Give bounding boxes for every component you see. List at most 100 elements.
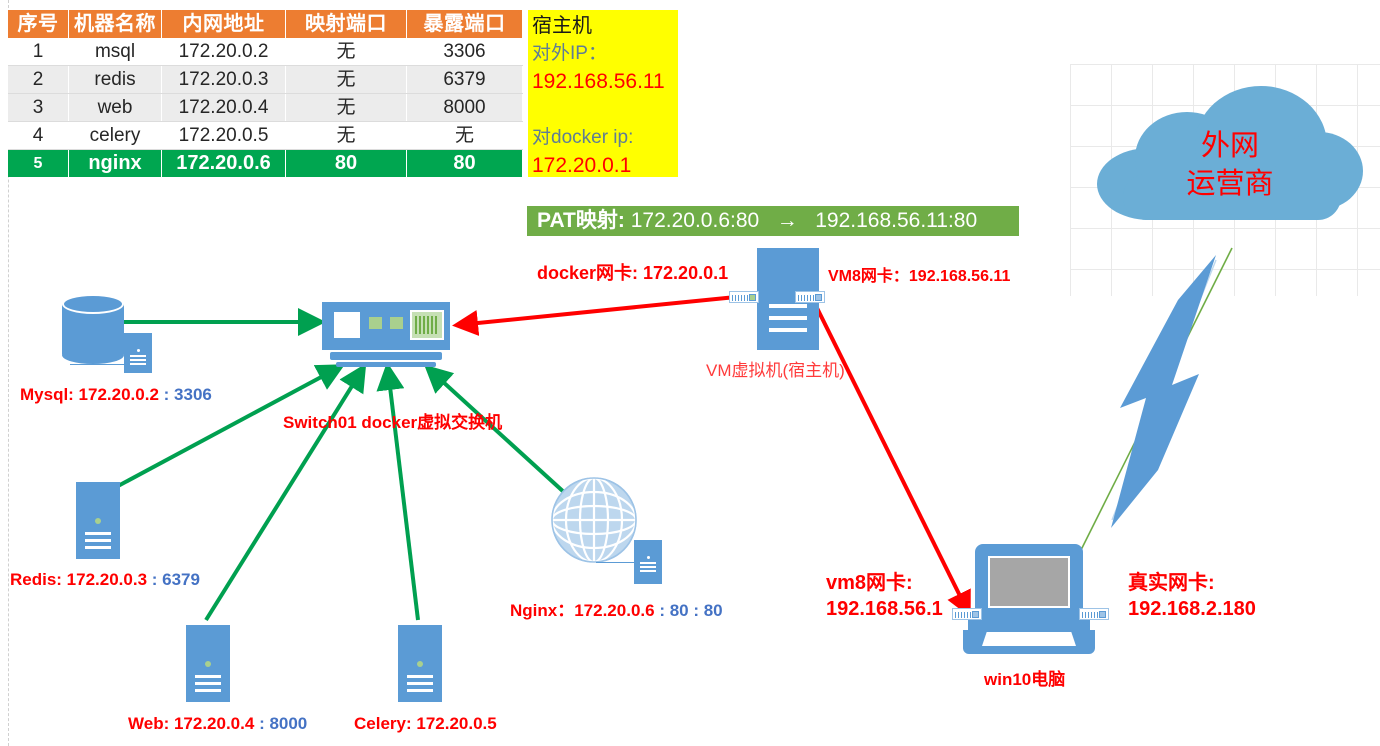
label-celery: Celery: 172.20.0.5 — [354, 714, 497, 733]
label-win10: win10电脑 — [984, 670, 1066, 689]
th-expose-port: 暴露端口 — [406, 10, 523, 38]
cell-expose: 8000 — [406, 93, 523, 122]
table-row: 3 web 172.20.0.4 无 8000 — [8, 93, 523, 122]
cell-ip: 172.20.0.4 — [161, 93, 286, 122]
cell-ip: 172.20.0.6 — [161, 149, 286, 177]
cell-index: 5 — [8, 149, 69, 177]
label-vm8-nic: VM8网卡：192.168.56.11 — [828, 268, 1011, 285]
cell-map: 80 — [285, 149, 407, 177]
cell-name: msql — [68, 38, 162, 66]
cell-expose: 80 — [406, 149, 523, 177]
host-spacer — [532, 96, 678, 124]
label-vm8-card: vm8网卡: 192.168.56.1 — [826, 570, 943, 622]
label-mysql-port: : 3306 — [163, 385, 212, 404]
cell-ip: 172.20.0.2 — [161, 38, 286, 66]
host-title: 宿主机 — [532, 15, 592, 37]
th-map-port: 映射端口 — [285, 10, 407, 38]
th-internal-ip: 内网地址 — [161, 10, 286, 38]
switch-led-1 — [369, 317, 382, 329]
label-web-port: : 8000 — [259, 714, 308, 733]
table-row: 2 redis 172.20.0.3 无 6379 — [8, 65, 523, 94]
pat-mapping-banner: PAT映射: 172.20.0.6:80 → 192.168.56.11:80 — [527, 206, 1019, 236]
cell-index: 2 — [8, 65, 69, 94]
laptop-real-nic-icon — [1079, 608, 1109, 620]
label-vm8-card-line1: vm8网卡: — [826, 572, 913, 594]
vm-vm8-nic-icon — [795, 291, 825, 303]
label-redis: Redis: 172.20.0.3 : 6379 — [10, 570, 200, 590]
host-external-ip-label: 对外IP： — [532, 43, 607, 64]
cloud-label-line2: 运营商 — [1186, 166, 1274, 200]
table-row-highlighted: 5 nginx 172.20.0.6 80 80 — [8, 149, 523, 177]
nginx-stub-line — [596, 562, 638, 563]
celery-server-icon — [398, 625, 442, 702]
container-table: 序号 机器名称 内网地址 映射端口 暴露端口 1 msql 172.20.0.2… — [8, 10, 523, 177]
mysql-database-icon — [62, 294, 124, 364]
switch-base-upper — [330, 352, 442, 360]
pat-target: 192.168.56.11:80 — [815, 209, 978, 232]
table-row: 4 celery 172.20.0.5 无 无 — [8, 121, 523, 150]
cloud-label-line1: 外网 — [1200, 128, 1259, 162]
host-docker-ip-value: 172.20.0.1 — [532, 154, 632, 177]
cell-name: nginx — [68, 149, 162, 177]
mysql-stub-line — [70, 364, 128, 365]
pat-source: 172.20.0.6:80 — [630, 209, 760, 232]
switch-led-2 — [390, 317, 403, 329]
cell-ip: 172.20.0.3 — [161, 65, 286, 94]
label-web: Web: 172.20.0.4 : 8000 — [128, 714, 307, 734]
cell-name: web — [68, 93, 162, 122]
label-real-card: 真实网卡: 192.168.2.180 — [1128, 570, 1256, 622]
host-external-ip-value: 192.168.56.11 — [532, 70, 665, 93]
th-index: 序号 — [8, 10, 69, 38]
cell-map: 无 — [285, 38, 407, 66]
label-nginx: Nginx：172.20.0.6 : 80 : 80 — [510, 596, 723, 621]
label-redis-port: : 6379 — [151, 570, 200, 589]
arrow-right-icon: → — [776, 209, 798, 232]
laptop-hinge — [968, 620, 1090, 630]
label-switch: Switch01 docker虚拟交换机 — [283, 413, 503, 432]
laptop-vm8-nic-icon — [952, 608, 982, 620]
cell-map: 无 — [285, 121, 407, 150]
cell-expose: 无 — [406, 121, 523, 150]
cell-map: 无 — [285, 93, 407, 122]
cell-name: celery — [68, 121, 162, 150]
table-row: 1 msql 172.20.0.2 无 3306 — [8, 38, 523, 66]
container-spec-table: 序号 机器名称 内网地址 映射端口 暴露端口 1 msql 172.20.0.2… — [8, 10, 523, 177]
host-docker-ip-label: 对docker ip: — [532, 127, 634, 148]
diagram-canvas: 序号 机器名称 内网地址 映射端口 暴露端口 1 msql 172.20.0.2… — [0, 0, 1380, 746]
switch-port-panel — [410, 310, 444, 340]
label-docker-nic: docker网卡: 172.20.0.1 — [537, 263, 729, 283]
vm-docker-nic-icon — [729, 291, 759, 303]
table-header-row: 序号 机器名称 内网地址 映射端口 暴露端口 — [8, 10, 523, 38]
cell-index: 4 — [8, 121, 69, 150]
label-real-card-line2: 192.168.2.180 — [1128, 598, 1256, 620]
host-info-box: 宿主机 对外IP： 192.168.56.11 对docker ip: 172.… — [528, 10, 678, 177]
nginx-server-icon — [634, 540, 662, 584]
label-web-name: Web: 172.20.0.4 — [128, 714, 255, 733]
label-redis-name: Redis: 172.20.0.3 — [10, 570, 148, 589]
cell-expose: 6379 — [406, 65, 523, 94]
switch-base-lower — [336, 362, 436, 367]
label-mysql-name: Mysql: 172.20.0.2 — [20, 385, 159, 404]
cloud-label: 外网 运营商 — [1097, 126, 1363, 202]
label-vm-machine: VM虚拟机(宿主机) — [706, 361, 845, 380]
th-machine: 机器名称 — [68, 10, 162, 38]
web-server-icon — [186, 625, 230, 702]
label-mysql: Mysql: 172.20.0.2 : 3306 — [20, 385, 212, 405]
laptop-screen — [988, 556, 1070, 608]
pat-prefix: PAT映射: — [537, 209, 625, 232]
cell-index: 1 — [8, 38, 69, 66]
cell-ip: 172.20.0.5 — [161, 121, 286, 150]
cell-index: 3 — [8, 93, 69, 122]
mysql-server-icon — [124, 333, 152, 373]
globe-icon — [550, 476, 638, 564]
redis-server-icon — [76, 482, 120, 559]
label-real-card-line1: 真实网卡: — [1128, 572, 1215, 594]
laptop-keyboard — [982, 632, 1076, 646]
label-nginx-port: : 80 : 80 — [659, 601, 723, 620]
cell-map: 无 — [285, 65, 407, 94]
label-vm8-card-line2: 192.168.56.1 — [826, 598, 943, 620]
label-nginx-name: Nginx：172.20.0.6 — [510, 601, 655, 620]
switch-port-white — [334, 312, 360, 338]
cell-name: redis — [68, 65, 162, 94]
cell-expose: 3306 — [406, 38, 523, 66]
